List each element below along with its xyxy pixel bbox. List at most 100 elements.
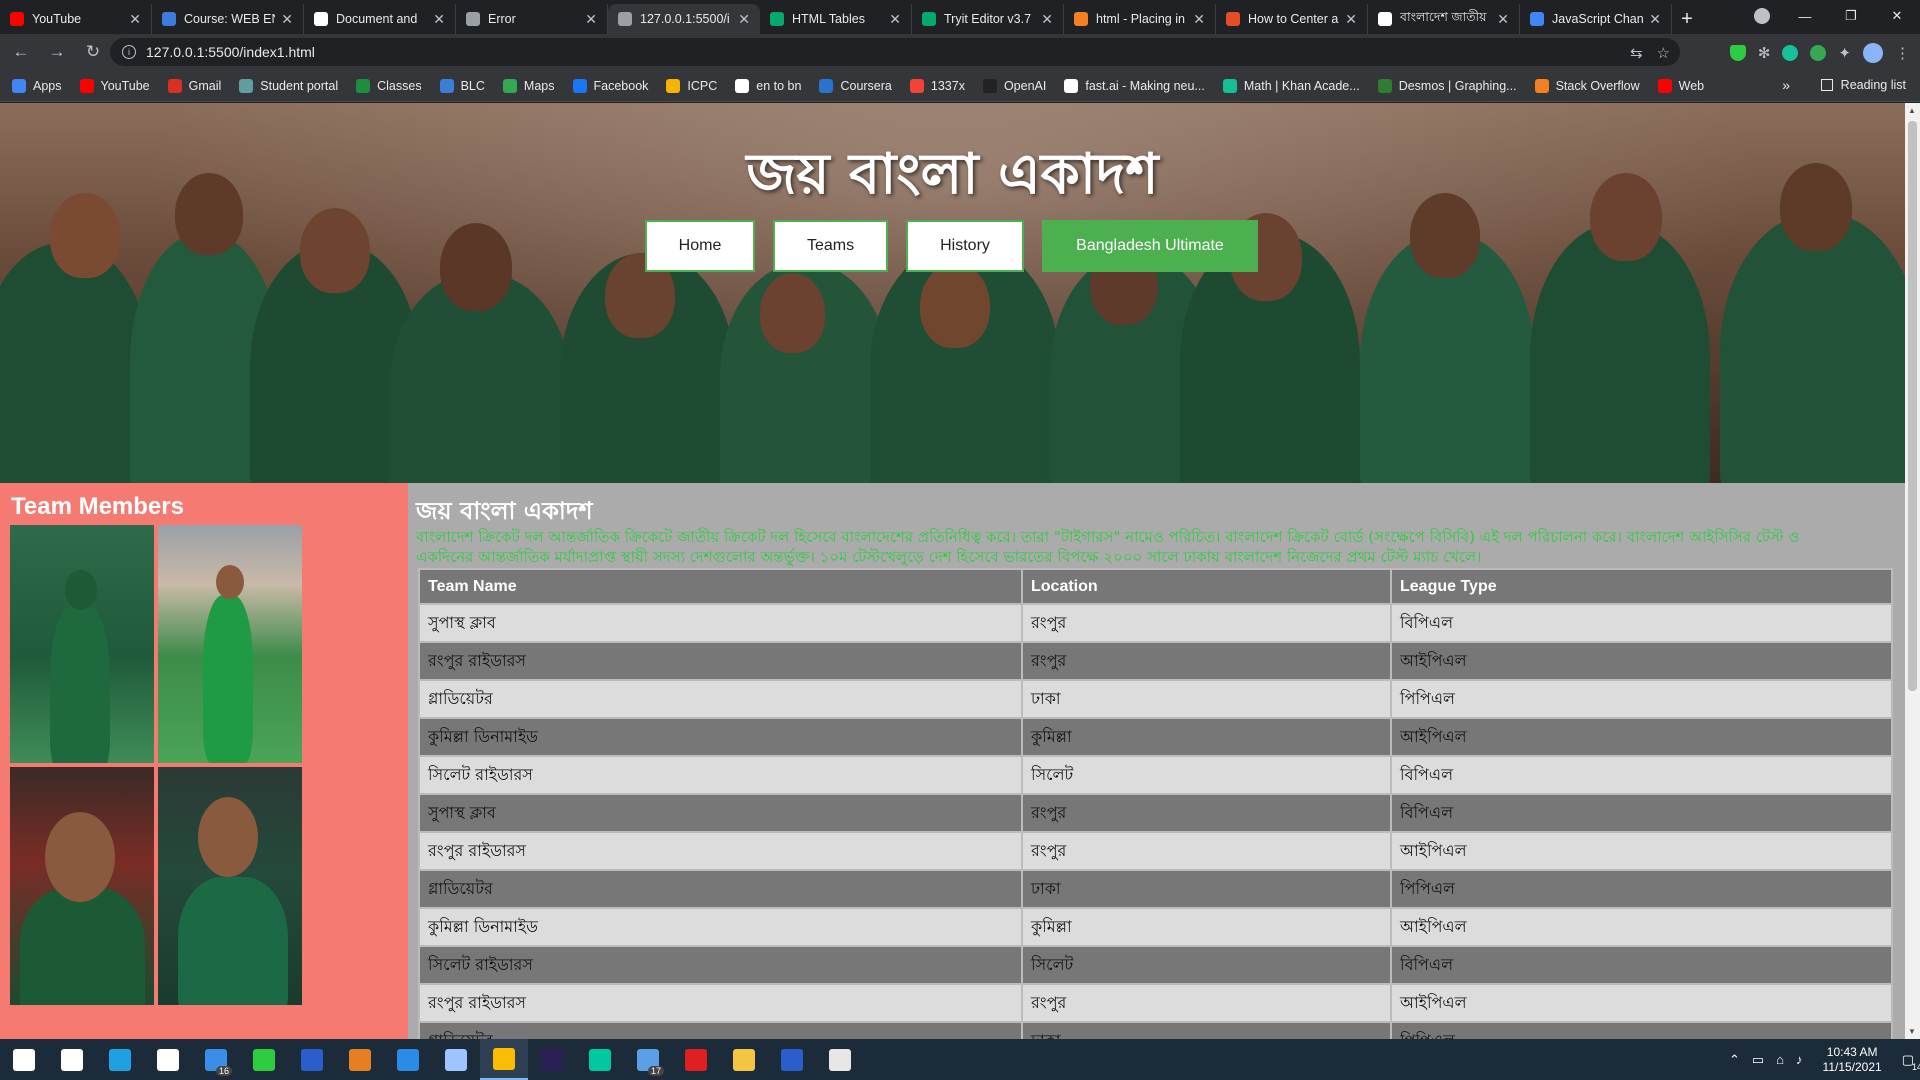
browser-tab[interactable]: 127.0.0.1:5500/i ✕ (608, 4, 760, 34)
tab-close-icon[interactable]: ✕ (738, 11, 750, 28)
battery-icon[interactable]: ▭ (1752, 1052, 1764, 1068)
bookmark-item[interactable]: Stack Overflow (1534, 78, 1640, 93)
avatar[interactable] (1863, 43, 1883, 63)
cell-team-name: কুমিল্লা ডিনামাইড (418, 907, 1023, 947)
bookmark-item[interactable]: en to bn (735, 78, 801, 93)
bookmark-item[interactable]: Web (1657, 78, 1704, 93)
bookmark-item[interactable]: Maps (502, 78, 555, 93)
puzzle-extensions-icon[interactable]: ✦ (1838, 44, 1851, 62)
mail-icon[interactable]: 16 (192, 1039, 240, 1080)
gear-extension-icon[interactable]: ✻ (1758, 44, 1771, 62)
menu-kebab-icon[interactable]: ⋮ (1895, 44, 1910, 62)
premiere-icon[interactable] (528, 1039, 576, 1080)
bookmark-item[interactable]: Student portal (239, 78, 338, 93)
back-icon[interactable]: ← (6, 37, 36, 67)
bookmark-item[interactable]: ICPC (666, 78, 717, 93)
tab-close-icon[interactable]: ✕ (585, 11, 597, 28)
url-text[interactable]: 127.0.0.1:5500/index1.html (146, 44, 315, 60)
scroll-up-icon[interactable]: ▲ (1908, 106, 1916, 115)
bookmark-item[interactable]: OpenAI (982, 78, 1046, 93)
leaf-extension-icon[interactable] (1810, 45, 1827, 61)
page-scrollbar[interactable]: ▲ ▼ (1905, 103, 1920, 1039)
tab-close-icon[interactable]: ✕ (433, 11, 445, 28)
browser-tab[interactable]: HTML Tables ✕ (760, 4, 912, 34)
tab-close-icon[interactable]: ✕ (1649, 11, 1661, 28)
bookmarks-overflow-icon[interactable]: » (1782, 77, 1790, 93)
store-icon[interactable] (144, 1039, 192, 1080)
restore-icon[interactable]: ❐ (1828, 0, 1874, 32)
forward-icon[interactable]: → (42, 37, 72, 67)
edge-icon[interactable] (96, 1039, 144, 1080)
explorer-icon[interactable] (720, 1039, 768, 1080)
cortana-icon[interactable] (432, 1039, 480, 1080)
tab-search-icon[interactable] (1754, 8, 1770, 24)
site-info-icon[interactable]: i (122, 45, 136, 59)
chevron-up-icon[interactable]: ⌃ (1729, 1052, 1740, 1068)
bookmark-item[interactable]: Gmail (167, 78, 221, 93)
tab-close-icon[interactable]: ✕ (1041, 11, 1053, 28)
tab-close-icon[interactable]: ✕ (1497, 11, 1509, 28)
nav-history[interactable]: History (906, 220, 1024, 272)
bookmark-item[interactable]: Facebook (572, 78, 648, 93)
scrollbar-thumb[interactable] (1908, 121, 1917, 691)
network-icon[interactable]: ⌂ (1776, 1052, 1784, 1067)
nav-bangladesh-ultimate[interactable]: Bangladesh Ultimate (1042, 220, 1258, 272)
bookmark-item[interactable]: YouTube (79, 78, 150, 93)
tab-label: JavaScript Chan (1552, 12, 1644, 26)
circle-app-icon[interactable] (240, 1039, 288, 1080)
browser-tab[interactable]: বাংলাদেশ জাতীয় ✕ (1368, 4, 1520, 34)
bookmark-item[interactable]: fast.ai - Making neu... (1064, 78, 1205, 93)
bookmark-star-icon[interactable]: ☆ (1657, 44, 1670, 62)
windows-start-icon[interactable] (0, 1039, 48, 1080)
tab-close-icon[interactable]: ✕ (129, 11, 141, 28)
audition-icon[interactable] (576, 1039, 624, 1080)
search-icon[interactable] (48, 1039, 96, 1080)
volume-icon[interactable]: ♪ (1796, 1052, 1803, 1067)
shield-extension-icon[interactable] (1729, 45, 1746, 61)
word-icon[interactable] (768, 1039, 816, 1080)
browser-tab[interactable]: Tryit Editor v3.7 ✕ (912, 4, 1064, 34)
browser-tab[interactable]: JavaScript Chan ✕ (1520, 4, 1672, 34)
nav-teams[interactable]: Teams (773, 220, 888, 272)
tab-close-icon[interactable]: ✕ (1193, 11, 1205, 28)
clock[interactable]: 10:43 AM 11/15/2021 (1823, 1045, 1882, 1075)
translate-icon[interactable]: ⇆ (1630, 44, 1643, 62)
close-window-icon[interactable]: ✕ (1874, 0, 1920, 32)
vscode-icon[interactable] (384, 1039, 432, 1080)
notes-icon[interactable]: 17 (624, 1039, 672, 1080)
nav-home[interactable]: Home (645, 220, 755, 272)
tab-close-icon[interactable]: ✕ (281, 11, 293, 28)
scroll-down-icon[interactable]: ▼ (1908, 1027, 1916, 1036)
acrobat-icon[interactable] (672, 1039, 720, 1080)
browser-tab[interactable]: Document and ✕ (304, 4, 456, 34)
bookmark-item[interactable]: BLC (439, 78, 485, 93)
powershell-icon[interactable] (288, 1039, 336, 1080)
table-row: রংপুর রাইডারস রংপুর আইপিএল (418, 983, 1893, 1023)
chrome-icon[interactable] (480, 1039, 528, 1080)
reading-list-button[interactable]: Reading list (1820, 78, 1906, 92)
new-tab-icon[interactable]: + (1672, 4, 1702, 34)
bookmark-item[interactable]: Classes (356, 78, 422, 93)
github-icon (314, 12, 328, 26)
bookmark-item[interactable]: 1337x (909, 78, 965, 93)
grammarly-icon[interactable] (1782, 45, 1799, 61)
cell-league-type: আইপিএল (1390, 831, 1893, 871)
minimize-icon[interactable]: — (1782, 0, 1828, 32)
browser-tab[interactable]: html - Placing in ✕ (1064, 4, 1216, 34)
bookmark-item[interactable]: Math | Khan Acade... (1222, 78, 1360, 93)
browser-tab[interactable]: Course: WEB EN ✕ (152, 4, 304, 34)
browser-tab[interactable]: YouTube ✕ (0, 4, 152, 34)
bookmark-item[interactable]: Desmos | Graphing... (1377, 78, 1517, 93)
reload-icon[interactable]: ↻ (78, 37, 108, 67)
browser-tab[interactable]: How to Center a ✕ (1216, 4, 1368, 34)
bookmark-item[interactable]: Coursera (819, 78, 892, 93)
address-bar[interactable]: i 127.0.0.1:5500/index1.html ⇆ ☆ (110, 38, 1680, 66)
browser-tab[interactable]: Error ✕ (456, 4, 608, 34)
bookmark-item[interactable]: Apps (12, 78, 62, 93)
stackoverflow-icon (1074, 12, 1088, 26)
paint-icon[interactable] (816, 1039, 864, 1080)
tab-close-icon[interactable]: ✕ (1345, 11, 1357, 28)
tab-close-icon[interactable]: ✕ (889, 11, 901, 28)
office-grid-icon[interactable] (336, 1039, 384, 1080)
notification-icon[interactable]: ▢ 14 (1902, 1052, 1920, 1072)
